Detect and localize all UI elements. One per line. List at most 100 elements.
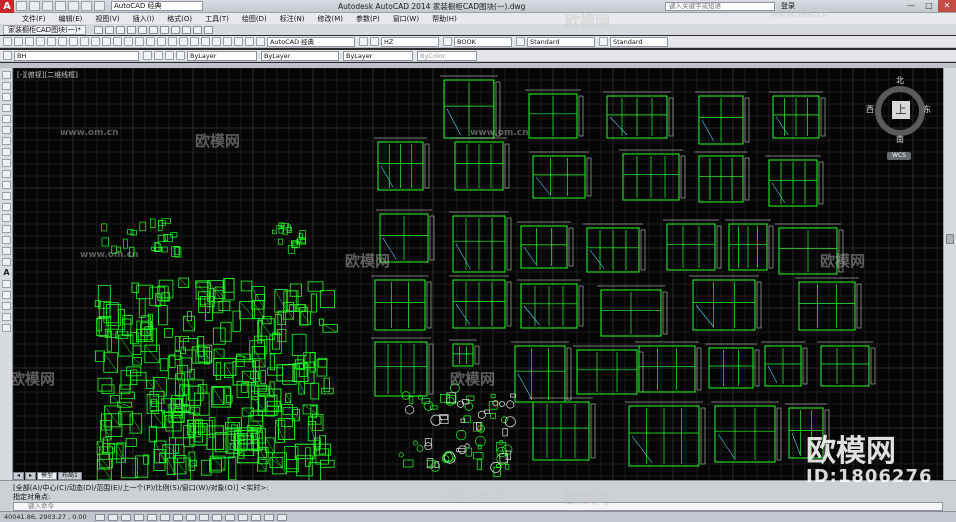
drawing-canvas[interactable]: [-][俯视][二维线框] (13, 68, 943, 480)
new-icon[interactable] (16, 1, 27, 11)
lineweight-icon[interactable] (224, 513, 235, 521)
color-select[interactable]: ByLayer (187, 50, 257, 61)
save-icon[interactable] (116, 25, 126, 34)
print-icon[interactable] (127, 25, 137, 34)
mleader-style-icon[interactable] (599, 37, 608, 46)
dim-style-select[interactable]: BOOK (454, 36, 512, 47)
menu-file[interactable]: 文件(F) (22, 14, 46, 24)
plot-icon[interactable] (68, 1, 79, 11)
table-icon[interactable] (2, 258, 11, 266)
dynamic-ucs-icon[interactable] (198, 513, 209, 521)
text-style-icon[interactable] (370, 37, 379, 46)
preview-icon[interactable] (47, 37, 56, 46)
menu-tools[interactable]: 工具(T) (205, 14, 229, 24)
save-as-icon[interactable] (55, 1, 66, 11)
vertical-scrollbar[interactable] (943, 68, 956, 480)
menu-dimension[interactable]: 标注(N) (280, 14, 305, 24)
copy-object-icon[interactable] (2, 302, 11, 310)
match-properties-icon[interactable] (182, 25, 192, 34)
make-block-icon[interactable] (2, 203, 11, 211)
publish-icon[interactable] (58, 37, 67, 46)
menu-edit[interactable]: 编辑(E) (59, 14, 83, 24)
offset-icon[interactable] (2, 324, 11, 332)
layout-nav-first[interactable]: ◂ (13, 472, 25, 480)
document-tab[interactable]: 家装橱柜CAD图块(一)* (3, 24, 87, 35)
layout-nav-next[interactable]: ▸ (25, 472, 37, 480)
preview-icon[interactable] (138, 25, 148, 34)
layer-select[interactable]: BH (14, 50, 139, 61)
undo-icon[interactable] (124, 37, 133, 46)
undo-icon[interactable] (193, 25, 203, 34)
object-snap-tracking-icon[interactable] (185, 513, 196, 521)
zoom-previous-icon[interactable] (179, 37, 188, 46)
tool-palettes-icon[interactable] (212, 37, 221, 46)
workspace-select[interactable]: AutoCAD 经典 (111, 1, 203, 11)
properties-icon[interactable] (190, 37, 199, 46)
redo-icon[interactable] (135, 37, 144, 46)
insert-block-icon[interactable] (2, 192, 11, 200)
viewcube-top-face[interactable]: 上 (892, 101, 910, 119)
help-icon[interactable] (256, 37, 265, 46)
plotstyle-select[interactable]: ByColor (417, 50, 477, 61)
markup-icon[interactable] (234, 37, 243, 46)
add-selected-icon[interactable] (2, 280, 11, 288)
revision-cloud-icon[interactable] (2, 148, 11, 156)
close-button[interactable]: ✕ (938, 0, 956, 12)
drawing-area[interactable] (13, 68, 943, 480)
design-center-icon[interactable] (201, 37, 210, 46)
maximize-button[interactable]: □ (920, 0, 938, 12)
erase-icon[interactable] (2, 291, 11, 299)
dim-style-icon[interactable] (443, 37, 452, 46)
undo-icon[interactable] (81, 1, 92, 11)
help-search-input[interactable]: 键入关键字或短语 (665, 2, 775, 11)
menu-window[interactable]: 窗口(W) (393, 14, 419, 24)
layer-previous-icon[interactable] (154, 51, 163, 60)
spline-icon[interactable] (2, 159, 11, 167)
print-icon[interactable] (36, 37, 45, 46)
annotation-monitor-icon[interactable] (276, 513, 287, 521)
new-icon[interactable] (94, 25, 104, 34)
new-icon[interactable] (3, 37, 12, 46)
block-editor-icon[interactable] (113, 37, 122, 46)
pan-icon[interactable] (146, 37, 155, 46)
scrollbar-thumb[interactable] (946, 234, 954, 244)
3d-osnap-icon[interactable] (172, 513, 183, 521)
table-style-select[interactable]: Standard (527, 36, 595, 47)
multiline-text-icon[interactable]: A (2, 268, 11, 277)
redo-icon[interactable] (204, 25, 214, 34)
ortho-mode-icon[interactable] (133, 513, 144, 521)
grid-display-icon[interactable] (120, 513, 131, 521)
redo-icon[interactable] (94, 1, 105, 11)
copy-icon[interactable] (80, 37, 89, 46)
zoom-window-icon[interactable] (168, 37, 177, 46)
transparency-icon[interactable] (237, 513, 248, 521)
save-icon[interactable] (25, 37, 34, 46)
workspace-toolbar-select[interactable]: AutoCAD 经典 (267, 36, 355, 47)
calculator-icon[interactable] (245, 37, 254, 46)
region-icon[interactable] (2, 247, 11, 255)
dynamic-input-icon[interactable] (211, 513, 222, 521)
polar-tracking-icon[interactable] (146, 513, 157, 521)
copy-icon[interactable] (160, 25, 170, 34)
menu-insert[interactable]: 插入(I) (133, 14, 155, 24)
menu-draw[interactable]: 绘图(D) (242, 14, 267, 24)
text-style-select[interactable]: HZ (381, 36, 439, 47)
open-icon[interactable] (29, 1, 40, 11)
menu-parametric[interactable]: 参数(P) (356, 14, 380, 24)
ellipse-icon[interactable] (2, 170, 11, 178)
mirror-icon[interactable] (2, 313, 11, 321)
paste-icon[interactable] (171, 25, 181, 34)
viewport-label[interactable]: [-][俯视][二维线框] (17, 70, 78, 80)
brush-icon[interactable] (102, 37, 111, 46)
circle-icon[interactable] (2, 137, 11, 145)
command-input[interactable]: 键入命令 (13, 502, 943, 511)
menu-format[interactable]: 格式(O) (167, 14, 192, 24)
rectangle-icon[interactable] (2, 115, 11, 123)
table-style-icon[interactable] (516, 37, 525, 46)
workspace-settings-icon[interactable] (359, 37, 368, 46)
hatch-icon[interactable] (2, 225, 11, 233)
object-snap-icon[interactable] (159, 513, 170, 521)
compass-west[interactable]: 西 (866, 104, 874, 115)
selection-cycling-icon[interactable] (263, 513, 274, 521)
ellipse-arc-icon[interactable] (2, 181, 11, 189)
